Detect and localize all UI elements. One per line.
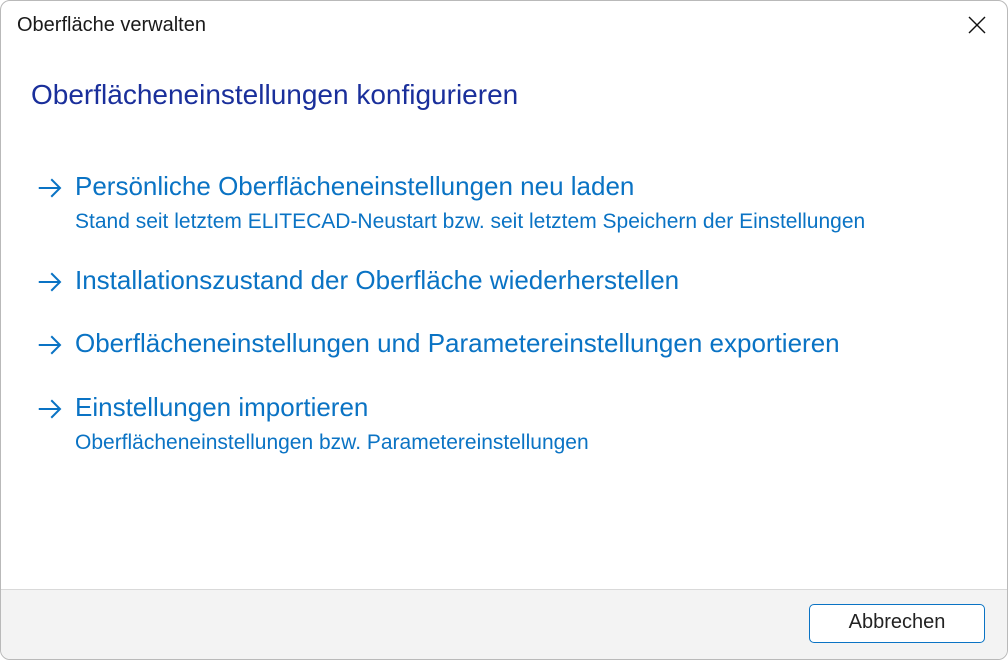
option-export-settings[interactable]: Oberflächeneinstellungen und Parameterei… — [31, 326, 977, 361]
option-text: Persönliche Oberflächeneinstellungen neu… — [75, 169, 977, 235]
window-title: Oberfläche verwalten — [17, 14, 206, 37]
arrow-right-icon — [35, 173, 75, 203]
option-title: Persönliche Oberflächeneinstellungen neu… — [75, 169, 977, 204]
option-list: Persönliche Oberflächeneinstellungen neu… — [31, 169, 977, 456]
option-text: Installationszustand der Oberfläche wied… — [75, 263, 977, 298]
option-text: Oberflächeneinstellungen und Parameterei… — [75, 326, 977, 361]
page-title: Oberflächeneinstellungen konfigurieren — [31, 79, 977, 111]
arrow-right-icon — [35, 394, 75, 424]
option-restore-install[interactable]: Installationszustand der Oberfläche wied… — [31, 263, 977, 298]
close-icon — [967, 15, 987, 35]
arrow-right-icon — [35, 267, 75, 297]
dialog-footer: Abbrechen — [1, 589, 1007, 659]
close-button[interactable] — [961, 9, 993, 41]
titlebar: Oberfläche verwalten — [1, 1, 1007, 43]
option-text: Einstellungen importieren Oberflächenein… — [75, 390, 977, 456]
arrow-right-icon — [35, 330, 75, 360]
option-title: Oberflächeneinstellungen und Parameterei… — [75, 326, 977, 361]
option-title: Einstellungen importieren — [75, 390, 977, 425]
option-title: Installationszustand der Oberfläche wied… — [75, 263, 977, 298]
dialog-content: Oberflächeneinstellungen konfigurieren P… — [1, 43, 1007, 589]
option-reload-personal[interactable]: Persönliche Oberflächeneinstellungen neu… — [31, 169, 977, 235]
option-import-settings[interactable]: Einstellungen importieren Oberflächenein… — [31, 390, 977, 456]
cancel-button[interactable]: Abbrechen — [809, 604, 985, 643]
dialog-window: Oberfläche verwalten Oberflächeneinstell… — [0, 0, 1008, 660]
option-subtitle: Oberflächeneinstellungen bzw. Parametere… — [75, 429, 977, 456]
option-subtitle: Stand seit letztem ELITECAD-Neustart bzw… — [75, 208, 977, 235]
